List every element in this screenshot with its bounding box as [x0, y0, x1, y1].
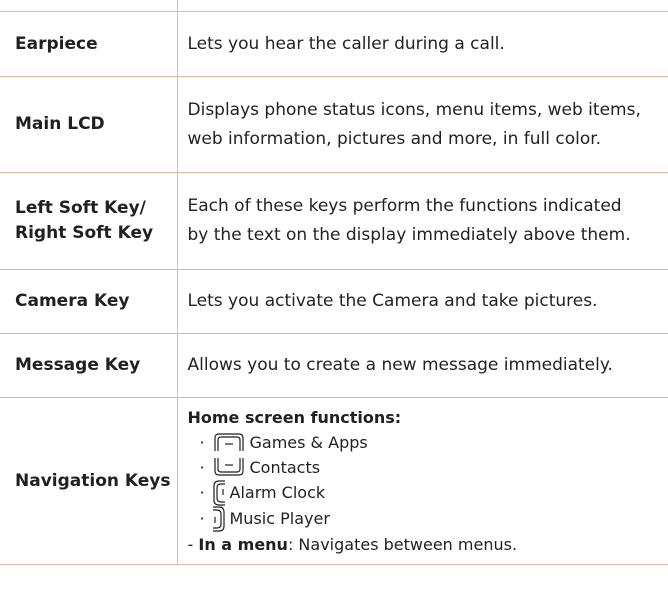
key-name: Main LCD — [0, 76, 178, 173]
key-name: Camera Key — [0, 269, 178, 334]
list-item: · Alarm Clock — [188, 479, 663, 506]
key-name: Left Soft Key/ Right Soft Key — [0, 172, 178, 270]
key-description: Each of these keys perform the functions… — [177, 172, 668, 270]
table-row: Main LCD Displays phone status icons, me… — [0, 76, 668, 173]
key-description: Home screen functions: · Games & Apps · — [177, 397, 668, 565]
table-row: Message Key Allows you to create a new m… — [0, 333, 668, 398]
table-row: Earpiece Lets you hear the caller during… — [0, 11, 668, 77]
key-description: Lets you hear the caller during a call. — [177, 11, 668, 77]
nav-menu-note: - In a menu: Navigates between menus. — [187, 534, 518, 554]
key-function-table: Earpiece Lets you hear the caller during… — [0, 11, 668, 565]
table-row: Left Soft Key/ Right Soft Key Each of th… — [0, 172, 668, 270]
nav-section-heading: Home screen functions: — [187, 407, 402, 427]
nav-right-key-icon — [212, 505, 226, 532]
key-description: Displays phone status icons, menu items,… — [177, 76, 668, 173]
key-description: Allows you to create a new message immed… — [177, 333, 668, 398]
nav-down-key-icon — [212, 457, 246, 477]
list-item: · Games & Apps — [199, 432, 368, 452]
key-description: Lets you activate the Camera and take pi… — [177, 269, 668, 334]
key-name: Navigation Keys — [0, 397, 178, 565]
table-row: Camera Key Lets you activate the Camera … — [0, 269, 668, 334]
table-row: Navigation Keys Home screen functions: ·… — [0, 397, 668, 565]
key-name: Earpiece — [0, 11, 178, 77]
nav-up-key-icon — [212, 432, 246, 452]
list-item: · Music Player — [188, 505, 663, 532]
list-item: · Contacts — [199, 457, 321, 477]
nav-left-key-icon — [212, 479, 226, 506]
key-name: Message Key — [0, 333, 178, 398]
